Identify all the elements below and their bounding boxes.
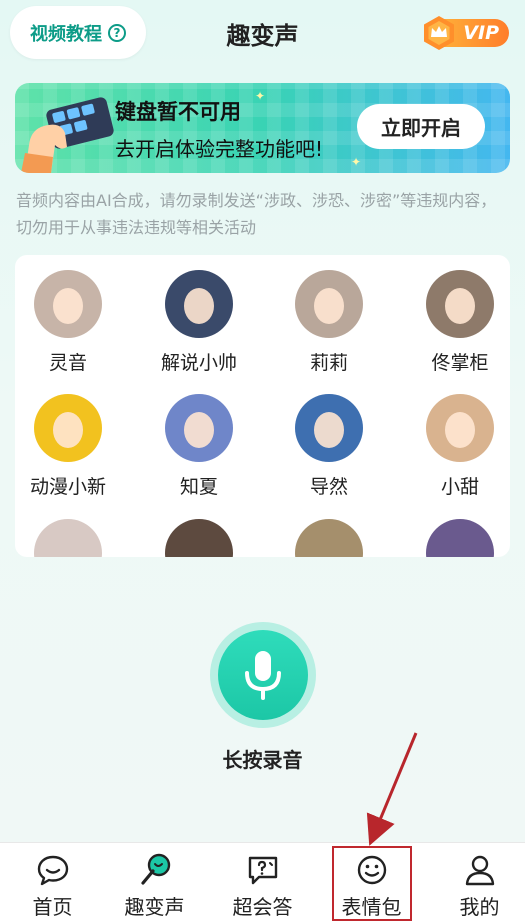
voice-name: 导然: [309, 476, 348, 498]
avatar: [426, 394, 494, 462]
chat-bubble-icon: [37, 855, 69, 886]
tab-label: 首页: [32, 895, 73, 919]
tab-mine[interactable]: 我的: [427, 843, 525, 923]
avatar: [34, 270, 102, 338]
voice-item[interactable]: [139, 519, 259, 557]
tab-label: 我的: [459, 895, 500, 919]
tab-home[interactable]: 首页: [0, 843, 105, 923]
avatar: [295, 519, 363, 557]
keyboard-banner[interactable]: ✦ ✦ 键盘暂不可用 去开启体验完整功能吧! 立即开启: [15, 83, 510, 173]
top-bar: 视频教程 ? 趣变声 VIP: [0, 0, 525, 70]
sparkle-icon: ✦: [255, 89, 266, 103]
tab-label: 趣变声: [124, 895, 185, 919]
voice-item[interactable]: 佟掌柜: [400, 270, 510, 375]
voice-item[interactable]: 动漫小新: [15, 394, 128, 499]
voice-item[interactable]: 灵音: [15, 270, 128, 375]
microphone-icon: [245, 651, 281, 700]
voice-name: 小甜: [440, 476, 479, 498]
tab-super-answer[interactable]: 超会答: [210, 843, 315, 923]
bottom-tab-bar: 首页 趣变声 超会答 表情包 我的: [0, 842, 525, 923]
voice-item[interactable]: 导然: [269, 394, 389, 499]
voice-item[interactable]: 莉莉: [269, 270, 389, 375]
voice-name: 灵音: [48, 352, 87, 374]
qa-bubble-icon: [248, 856, 278, 885]
highlight-box: [332, 846, 412, 921]
record-button-inner: [218, 630, 308, 720]
voice-item[interactable]: [15, 519, 128, 557]
voice-name: 莉莉: [309, 352, 348, 374]
avatar: [295, 270, 363, 338]
voice-item[interactable]: 知夏: [139, 394, 259, 499]
banner-subtitle: 去开启体验完整功能吧!: [115, 137, 324, 161]
user-icon: [465, 855, 495, 886]
voice-name: 佟掌柜: [431, 352, 489, 374]
voice-item[interactable]: 解说小帅: [139, 270, 259, 375]
avatar: [34, 519, 102, 557]
voice-grid: 灵音 解说小帅 莉莉 佟掌柜 动漫小新 知夏 导然 小甜: [15, 255, 510, 557]
voice-item[interactable]: [269, 519, 389, 557]
voice-name: 知夏: [179, 476, 218, 498]
sparkle-icon: ✦: [351, 155, 362, 169]
record-label: 长按录音: [222, 748, 303, 772]
avatar: [34, 394, 102, 462]
keyboard-illustration: [21, 97, 114, 173]
avatar: [426, 519, 494, 557]
voice-changer-icon: [141, 853, 171, 885]
avatar: [165, 519, 233, 557]
compliance-notice: 音频内容由AI合成，请勿录制发送“涉政、涉恐、涉密”等违规内容，切勿用于从事违法…: [16, 191, 497, 237]
enable-now-button[interactable]: 立即开启: [357, 104, 485, 149]
avatar: [165, 270, 233, 338]
banner-title: 键盘暂不可用: [115, 100, 241, 124]
crown-icon: [424, 16, 454, 50]
avatar: [295, 394, 363, 462]
avatar: [165, 394, 233, 462]
voice-item[interactable]: 小甜: [400, 394, 510, 499]
tab-voice-changer[interactable]: 趣变声: [102, 843, 207, 923]
tab-label: 超会答: [232, 895, 293, 919]
avatar: [426, 270, 494, 338]
voice-name: 动漫小新: [29, 476, 106, 498]
vip-button[interactable]: VIP: [421, 15, 511, 51]
voice-name: 解说小帅: [160, 352, 237, 374]
record-button[interactable]: [210, 622, 316, 728]
voice-item[interactable]: [400, 519, 510, 557]
